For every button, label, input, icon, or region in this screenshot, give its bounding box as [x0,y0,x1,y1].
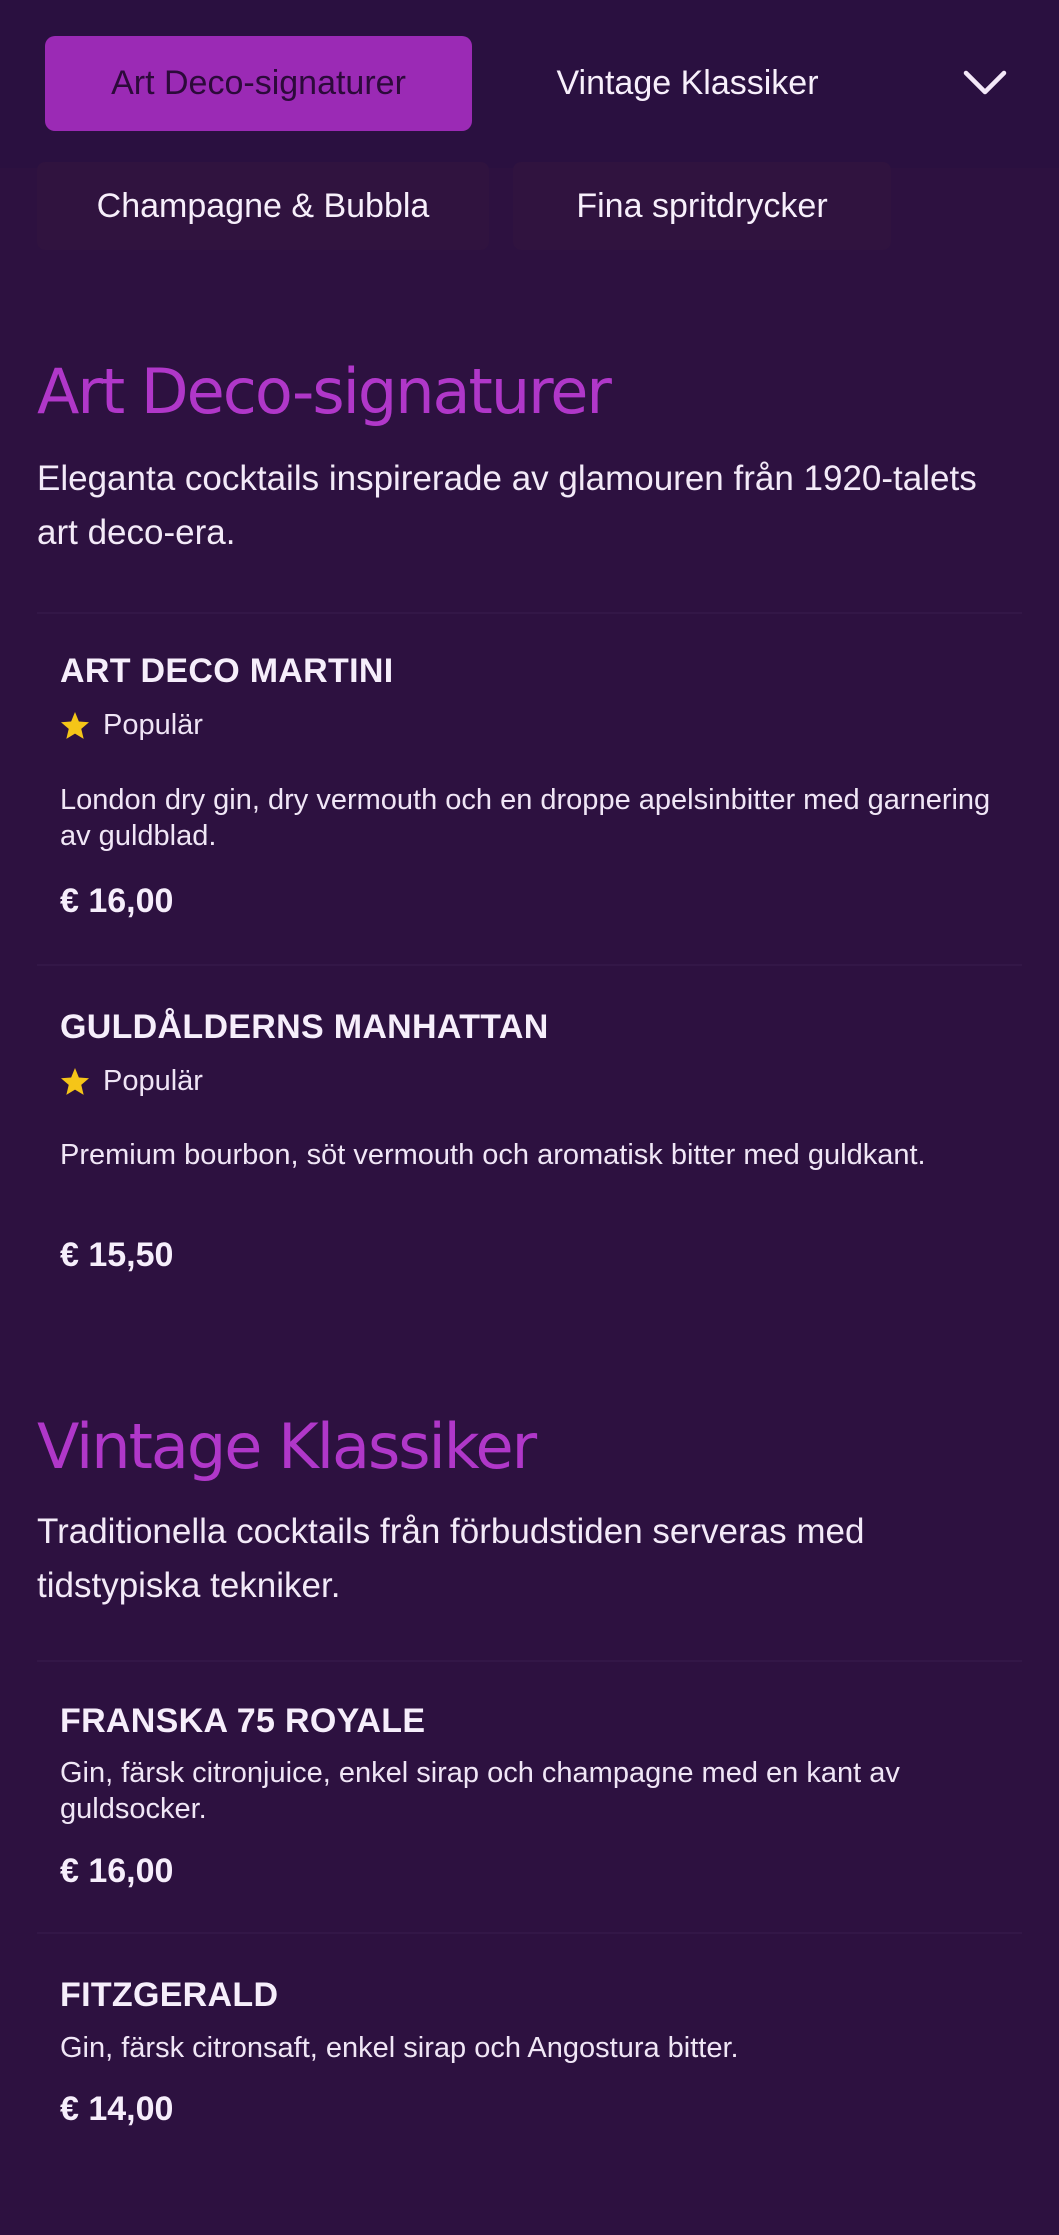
item-price: € 14,00 [60,2090,174,2128]
badge-label: Populär [103,709,203,741]
item-name: FRANSKA 75 ROYALE [60,1702,426,1740]
section-description: Eleganta cocktails inspirerade av glamou… [37,459,977,552]
category-dropdown-toggle[interactable] [955,58,1015,108]
item-price: € 16,00 [60,882,174,920]
item-description: Gin, färsk citronjuice, enkel sirap och … [60,1757,900,1825]
menu-item[interactable]: ART DECO MARTINI Populär London dry gin,… [37,614,1022,966]
category-tab-champagne[interactable]: Champagne & Bubbla [37,162,489,250]
section-description: Traditionella cocktails från förbudstide… [37,1512,865,1605]
category-tab-spirits[interactable]: Fina spritdrycker [513,162,891,250]
item-price: € 15,50 [60,1236,174,1274]
star-icon [61,1067,89,1095]
category-nav: Art Deco-signaturer Vintage Klassiker Ch… [0,0,1059,262]
section-title: Vintage Klassiker [37,1410,537,1483]
item-name: GULDÅLDERNS MANHATTAN [60,1008,549,1046]
menu-item[interactable]: GULDÅLDERNS MANHATTAN Populär Premium bo… [37,966,1022,1296]
menu-page: Art Deco-signaturer Vintage Klassiker Ch… [0,0,1059,2235]
item-name: FITZGERALD [60,1976,279,2014]
item-name: ART DECO MARTINI [60,652,394,690]
menu-item[interactable]: FITZGERALD Gin, färsk citronsaft, enkel … [37,1934,1022,2154]
category-tab-vintage[interactable]: Vintage Klassiker [500,36,875,131]
item-description: Premium bourbon, söt vermouth och aromat… [60,1139,926,1171]
star-icon [61,711,89,739]
chevron-down-icon [963,70,1007,95]
menu-item[interactable]: FRANSKA 75 ROYALE Gin, färsk citronjuice… [37,1662,1022,1934]
category-tab-art-deco[interactable]: Art Deco-signaturer [45,36,472,131]
item-description: Gin, färsk citronsaft, enkel sirap och A… [60,2032,739,2064]
section-title: Art Deco-signaturer [37,355,612,428]
popular-badge: Populär [59,709,203,742]
popular-badge: Populär [59,1065,203,1098]
item-description: London dry gin, dry vermouth och en drop… [60,784,991,852]
badge-label: Populär [103,1065,203,1097]
item-price: € 16,00 [60,1852,174,1890]
